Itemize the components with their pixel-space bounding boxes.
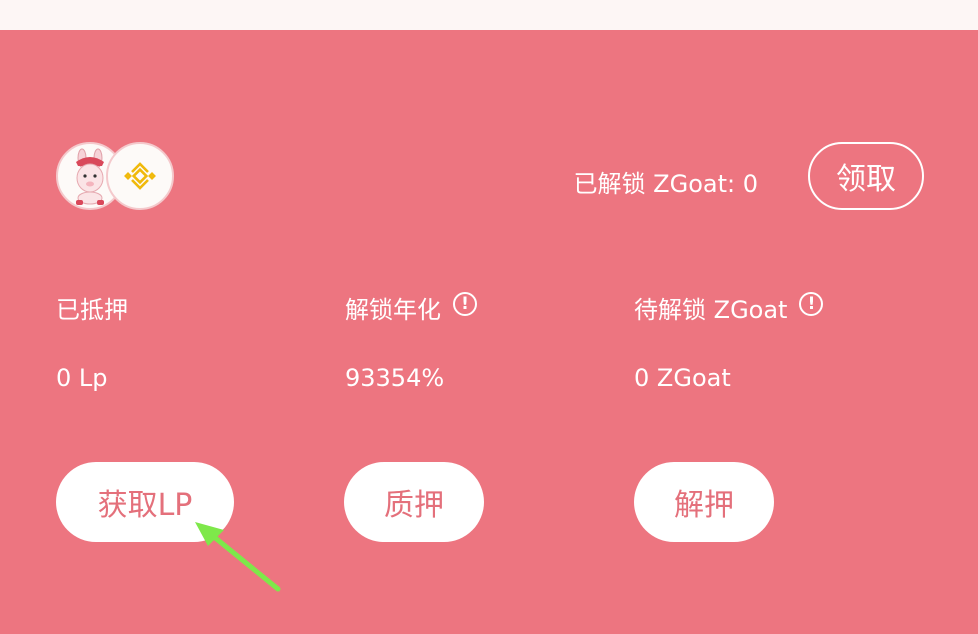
unstake-button[interactable]: 解押 (634, 462, 774, 542)
bnb-icon (106, 142, 174, 210)
staked-value: 0 Lp (56, 364, 108, 392)
pool-card (0, 30, 978, 634)
staked-label-text: 已抵押 (56, 296, 128, 324)
staked-label: 已抵押 (56, 290, 128, 325)
stake-button[interactable]: 质押 (344, 462, 484, 542)
info-icon[interactable]: ! (799, 291, 824, 316)
info-icon[interactable]: ! (453, 291, 477, 316)
unlock-apr-value: 93354% (345, 364, 445, 392)
pending-unlock-value: 0 ZGoat (634, 364, 731, 392)
unlock-apr-label-text: 解锁年化 (345, 296, 441, 324)
pending-unlock-label-text: 待解锁 ZGoat (634, 296, 788, 324)
top-bar (0, 0, 978, 30)
green-arrow-icon (195, 522, 281, 592)
claim-button[interactable]: 领取 (808, 142, 924, 210)
unlock-apr-label: 解锁年化 ! (345, 290, 477, 325)
pending-unlock-label: 待解锁 ZGoat ! (634, 290, 824, 325)
unlocked-zgoat-text: 已解锁 ZGoat: 0 (573, 170, 758, 198)
